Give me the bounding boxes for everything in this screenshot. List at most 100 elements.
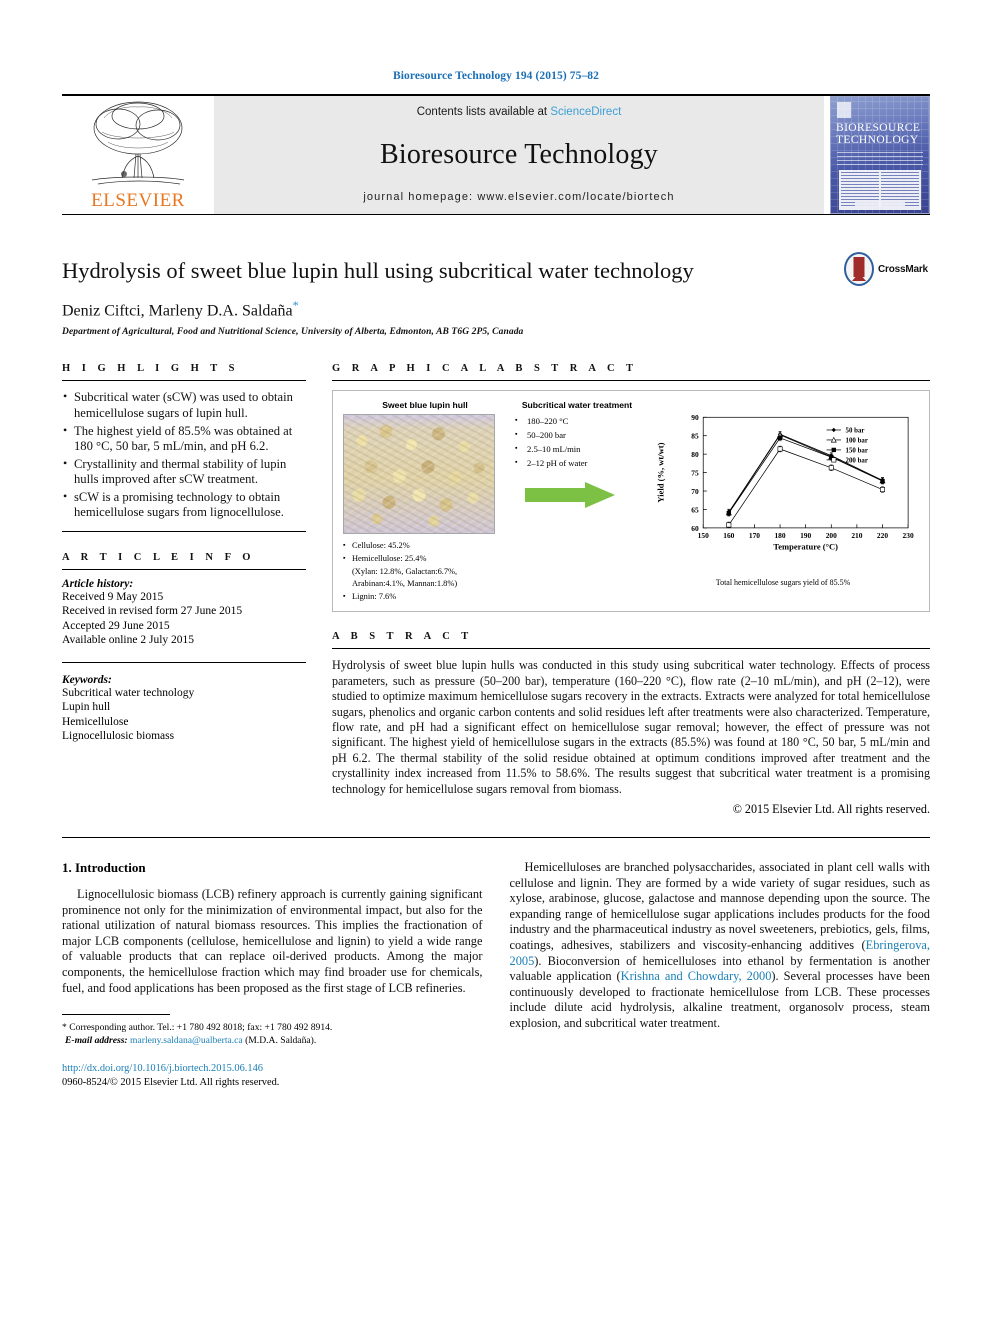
highlights-bottom-rule [62, 531, 306, 533]
svg-text:50 bar: 50 bar [846, 428, 865, 435]
journal-reference: Bioresource Technology 194 (2015) 75–82 [392, 70, 599, 82]
process-arrow-icon [525, 482, 617, 509]
yield-vs-temperature-chart: 60 65 70 75 80 85 90 150 160 170 180 190 200 210 220 23… [647, 400, 919, 576]
graphical-abstract-rule [332, 380, 930, 382]
email-suffix: (M.D.A. Saldaña). [245, 1035, 317, 1047]
photo-shade-layer [344, 415, 494, 534]
article-info-heading: A R T I C L E I N F O [62, 552, 255, 564]
issn-copyright: 0960-8524/© 2015 Elsevier Ltd. All right… [62, 1076, 280, 1088]
svg-text:80: 80 [691, 450, 699, 459]
svg-text:230: 230 [903, 531, 914, 540]
list-item: 180–220 °C [513, 413, 641, 428]
author-list: Deniz Ciftci, Marleny D.A. Saldaña* [62, 298, 930, 320]
abstract-text: Hydrolysis of sweet blue lupin hulls was… [332, 658, 930, 796]
list-item: 2.5–10 mL/min [513, 441, 641, 456]
treatment-caption: Subcritical water treatment [521, 400, 633, 411]
introduction-right-column: Hemicelluloses are branched polysacchari… [510, 860, 931, 1089]
elsevier-tree-icon [91, 101, 185, 185]
highlights-and-graphical-abstract: H I G H L I G H T S Subcritical water (s… [62, 363, 930, 817]
keywords-block: Keywords: Subcritical water technology L… [62, 674, 306, 744]
email-link[interactable]: marleny.saldana@ualberta.ca [130, 1035, 243, 1046]
cover-elsevier-mark [837, 102, 851, 118]
svg-text:220: 220 [877, 531, 888, 540]
abstract-rule [332, 648, 930, 650]
svg-text:65: 65 [691, 506, 699, 515]
sciencedirect-link[interactable]: ScienceDirect [550, 106, 621, 118]
history-item: Accepted 29 June 2015 [62, 619, 170, 632]
elsevier-logo: ELSEVIER [62, 96, 214, 214]
contents-prefix: Contents lists available at [416, 106, 548, 118]
journal-cover-thumbnail: BIORESOURCE TECHNOLOGY [830, 96, 930, 214]
cover-subtitle-lines [837, 152, 923, 166]
asterisk-icon: * [62, 1022, 67, 1034]
graphical-abstract-heading: G R A P H I C A L A B S T R A C T [332, 363, 638, 375]
svg-text:150 bar: 150 bar [846, 448, 868, 455]
highlights-rule [62, 380, 306, 382]
keyword-item: Lignocellulosic biomass [62, 729, 175, 742]
keyword-item: Subcritical water technology [62, 686, 195, 699]
svg-text:180: 180 [774, 531, 785, 540]
abstract-rights: © 2015 Elsevier Ltd. All rights reserved… [732, 801, 930, 816]
ga-photo-column: Sweet blue lupin hull Cellulose: 45.2% H… [343, 400, 507, 605]
introduction-section: 1. Introduction Lignocellulosic biomass … [62, 860, 930, 1089]
svg-text:200 bar: 200 bar [846, 458, 868, 465]
list-item: The highest yield of 85.5% was obtained … [62, 423, 306, 455]
list-item: 50–200 bar [513, 427, 641, 442]
list-item: Subcritical water (sCW) was used to obta… [62, 389, 306, 421]
list-item: 2–12 pH of water [513, 455, 641, 470]
composition-item: Hemicellulose: 25.4% [343, 552, 507, 566]
cover-title-line1: BIORESOURCE [836, 122, 921, 134]
keywords-rule [62, 661, 306, 663]
introduction-left-column: 1. Introduction Lignocellulosic biomass … [62, 860, 483, 1089]
svg-text:70: 70 [691, 487, 699, 496]
lupin-hull-photo [343, 414, 495, 535]
svg-text:Temperature (°C): Temperature (°C) [773, 542, 838, 552]
cover-title-line2: TECHNOLOGY [836, 133, 919, 146]
footnote-rule [62, 1014, 170, 1016]
graphical-abstract-body: Sweet blue lupin hull Cellulose: 45.2% H… [332, 390, 930, 613]
keyword-item: Lupin hull [62, 701, 111, 714]
introduction-paragraph: Hemicelluloses are branched polysacchari… [510, 860, 931, 1032]
photo-caption: Sweet blue lupin hull [382, 400, 468, 411]
list-item: Crystallinity and thermal stability of l… [62, 456, 306, 488]
journal-title: Bioresource Technology [380, 138, 658, 170]
ga-treatment-column: Subcritical water treatment 180–220 °C 5… [513, 400, 641, 605]
masthead-center: Contents lists available at ScienceDirec… [214, 96, 824, 214]
svg-text:160: 160 [723, 531, 734, 540]
corresponding-author-note: * Corresponding author. Tel.: +1 780 492… [62, 1021, 483, 1034]
history-item: Received in revised form 27 June 2015 [62, 605, 243, 618]
citation-link[interactable]: Krishna and Chowdary, 2000 [621, 969, 772, 983]
composition-sub: (Xylan: 12.8%, Galactan:6.7%, Arabinan:4… [352, 566, 458, 589]
email-note: E-mail address: marleny.saldana@ualberta… [62, 1034, 483, 1047]
paper-page: Bioresource Technology 194 (2015) 75–82 [0, 0, 992, 1323]
composition-item: Cellulose: 45.2% [343, 539, 507, 553]
doi-block: http://dx.doi.org/10.1016/j.biortech.201… [62, 1062, 483, 1089]
article-history-label: Article history: [62, 578, 134, 591]
composition-item: Lignin: 7.6% [343, 590, 507, 604]
corresponding-author-marker: * [292, 298, 299, 312]
journal-homepage[interactable]: journal homepage: www.elsevier.com/locat… [363, 191, 674, 203]
crossmark-icon [844, 252, 874, 286]
svg-text:170: 170 [749, 531, 760, 540]
authors-names: Deniz Ciftci, Marleny D.A. Saldaña [62, 302, 293, 320]
crossmark-badge[interactable]: CrossMark [844, 251, 930, 287]
cover-footer-lines [855, 202, 905, 208]
elsevier-wordmark: ELSEVIER [91, 190, 185, 211]
keyword-item: Hemicellulose [62, 715, 129, 728]
corresponding-author-text: Corresponding author. Tel.: +1 780 492 8… [69, 1022, 333, 1034]
svg-text:85: 85 [691, 432, 699, 441]
svg-text:90: 90 [691, 414, 699, 423]
svg-text:200: 200 [826, 531, 837, 540]
introduction-heading: 1. Introduction [62, 859, 146, 875]
email-label: E-mail address: [65, 1035, 128, 1047]
ga-chart-column: 60 65 70 75 80 85 90 150 160 170 180 190 200 210 220 23… [647, 400, 919, 605]
keywords-label: Keywords: [62, 673, 112, 686]
introduction-paragraph: Lignocellulosic biomass (LCB) refinery a… [62, 886, 483, 995]
footnote-block: * Corresponding author. Tel.: +1 780 492… [62, 1021, 483, 1047]
page-title: Hydrolysis of sweet blue lupin hull usin… [62, 258, 694, 283]
doi-link[interactable]: http://dx.doi.org/10.1016/j.biortech.201… [62, 1062, 483, 1075]
chart-svg: 60657075808590150 160 170 180 190 200 210 220 23… [655, 414, 914, 552]
title-block: Hydrolysis of sweet blue lupin hull usin… [62, 252, 930, 337]
chart-note: Total hemicellulose sugars yield of 85.5… [715, 578, 851, 588]
svg-text:100 bar: 100 bar [846, 438, 868, 445]
